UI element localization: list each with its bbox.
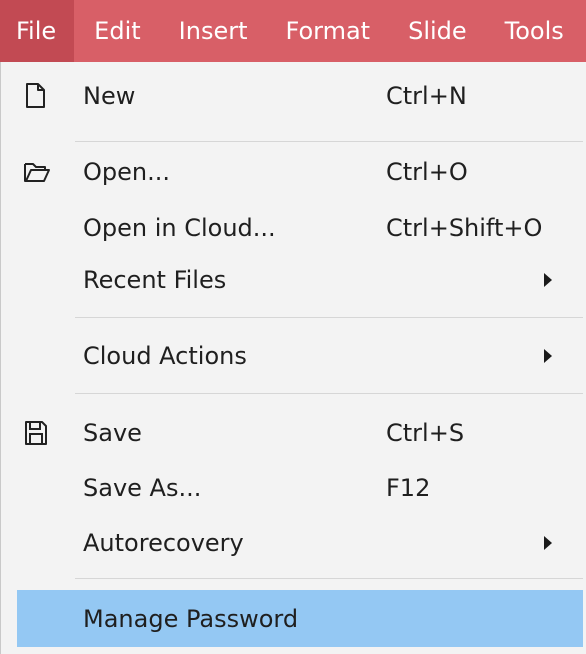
menu-item-manage-password[interactable]: Manage Password: [17, 590, 583, 647]
menu-item-open[interactable]: Open... Ctrl+O: [1, 146, 586, 198]
shortcut-text: F12: [386, 474, 431, 502]
menu-bar: File Edit Insert Format Slide Tools: [0, 0, 586, 62]
menu-slide[interactable]: Slide: [389, 0, 486, 62]
file-menu-dropdown: New Ctrl+N Open... Ctrl+O Open in Cloud.…: [0, 62, 586, 654]
submenu-arrow-icon: [544, 349, 552, 363]
menu-item-label: Manage Password: [83, 604, 299, 633]
menu-edit[interactable]: Edit: [74, 0, 159, 62]
menu-item-label: New: [83, 82, 136, 110]
menu-separator: [75, 578, 583, 579]
menu-separator: [75, 141, 583, 142]
shortcut-text: Ctrl+Shift+O: [386, 214, 543, 242]
menu-separator: [75, 317, 583, 318]
menu-item-new[interactable]: New Ctrl+N: [1, 70, 586, 122]
floppy-disk-icon: [23, 419, 49, 447]
menu-item-save-as[interactable]: Save As... F12: [1, 462, 586, 514]
menu-item-recent-files[interactable]: Recent Files: [1, 254, 586, 306]
menu-item-label: Open...: [83, 158, 170, 186]
menu-item-open-in-cloud[interactable]: Open in Cloud... Ctrl+Shift+O: [1, 202, 586, 254]
new-document-icon: [23, 82, 49, 110]
menu-item-cloud-actions[interactable]: Cloud Actions: [1, 330, 586, 382]
menu-item-label: Cloud Actions: [83, 342, 247, 370]
menu-tools[interactable]: Tools: [486, 0, 583, 62]
menu-item-label: Recent Files: [83, 266, 227, 294]
menu-item-label: Open in Cloud...: [83, 214, 276, 242]
menu-separator: [75, 393, 583, 394]
submenu-arrow-icon: [544, 273, 552, 287]
menu-item-label: Save: [83, 419, 142, 447]
menu-item-autorecovery[interactable]: Autorecovery: [1, 517, 586, 569]
menu-item-save[interactable]: Save Ctrl+S: [1, 407, 586, 459]
shortcut-text: Ctrl+O: [386, 158, 468, 186]
shortcut-text: Ctrl+N: [386, 82, 467, 110]
menu-insert[interactable]: Insert: [160, 0, 267, 62]
menu-file[interactable]: File: [0, 0, 75, 62]
menu-item-label: Autorecovery: [83, 529, 244, 557]
menu-item-label: Save As...: [83, 474, 202, 502]
folder-open-icon: [23, 158, 50, 186]
menu-format[interactable]: Format: [267, 0, 390, 62]
submenu-arrow-icon: [544, 536, 552, 550]
shortcut-text: Ctrl+S: [386, 419, 465, 447]
